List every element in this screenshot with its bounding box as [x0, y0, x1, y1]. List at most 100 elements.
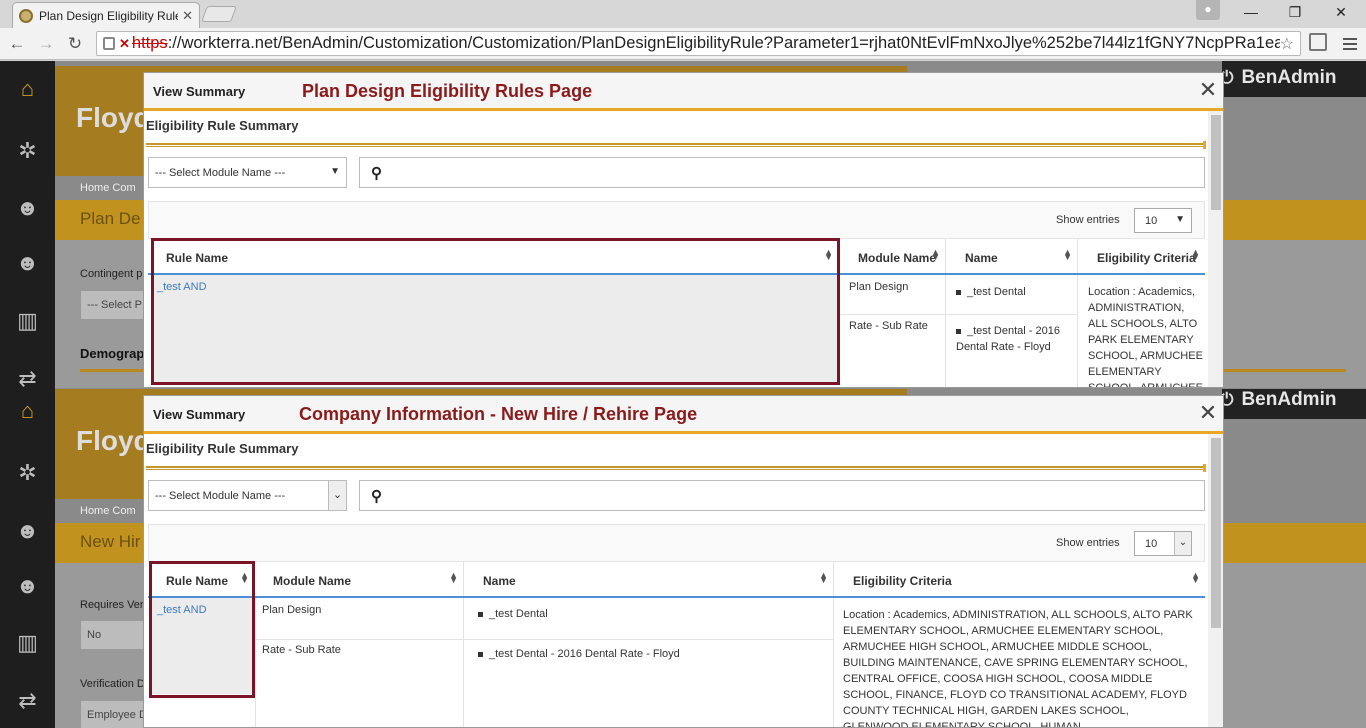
browser-tab-strip: Plan Design Eligibility Rule ✕ ● — ❐ ✕ [0, 0, 1366, 28]
insecure-icon: ✕ [119, 35, 130, 51]
entries-select[interactable]: 10 ⌄ [1134, 531, 1192, 556]
bullet-icon [478, 651, 483, 657]
bullet-icon [956, 328, 961, 334]
module-name-cell: Plan Design [262, 604, 322, 616]
module-name-cell: Rate - Sub Rate [849, 320, 928, 332]
sort-icon: ▲ ▼ [1191, 247, 1200, 262]
app-brand: ⏻ BenAdmin [1220, 67, 1337, 88]
favicon-icon [19, 8, 33, 23]
sort-icon: ▲ ▼ [819, 570, 828, 585]
annotation-label: Company Information - New Hire / Rehire … [299, 404, 698, 424]
column-header-eligibility-criteria[interactable]: Eligibility Criteria ▲ ▼ [1078, 239, 1205, 273]
entries-select[interactable]: 10 ▼ [1134, 208, 1192, 233]
column-header-module-name[interactable]: Module Name ▲ ▼ [255, 562, 464, 596]
home-icon[interactable]: ⌂ [0, 69, 55, 109]
profile-icon[interactable]: ● [1196, 0, 1220, 20]
new-tab-button[interactable] [201, 6, 237, 22]
user-star-icon[interactable]: ☻ [0, 511, 55, 551]
user-icon[interactable]: ☻ [0, 243, 55, 283]
modal-header: View Summary Plan Design Eligibility Rul… [144, 73, 1223, 111]
table-header: Rule Name ▲ ▼ Module Name ▲ ▼ Name ▲ ▼ Eligibi… [148, 562, 1205, 598]
chevron-down-icon: ▼ [330, 166, 340, 177]
user-star-icon[interactable]: ☻ [0, 188, 55, 228]
highlight-box [151, 238, 840, 385]
table-toolbar: Show entries 10 ⌄ [148, 524, 1205, 562]
bar-chart-icon[interactable]: ▥ [0, 623, 55, 663]
criteria-cell: Location : Academics, ADMINISTRATION, AL… [843, 609, 1193, 728]
bg-logo: Floyd [76, 102, 151, 133]
show-entries-label: Show entries [1056, 537, 1120, 549]
puzzle-icon[interactable]: ✲ [0, 131, 55, 171]
module-select[interactable]: --- Select Module Name --- ▼ [148, 157, 347, 188]
view-summary-modal: View Summary Company Information - New H… [143, 395, 1224, 728]
browser-menu-icon[interactable] [1338, 32, 1362, 56]
name-cell: _test Dental - 2016 Dental Rate - Floyd [956, 325, 1060, 353]
column-header-name[interactable]: Name ▲ ▼ [464, 562, 834, 596]
scrollbar[interactable] [1208, 434, 1223, 727]
column-header-module-name[interactable]: Module Name ▲ ▼ [839, 239, 946, 273]
bg-breadcrumb: Home Com [80, 182, 136, 194]
column-header-eligibility-criteria[interactable]: Eligibility Criteria ▲ ▼ [834, 562, 1205, 596]
search-input[interactable]: ⚲ [359, 480, 1205, 511]
bg-select: No [80, 620, 150, 650]
bullet-icon [956, 289, 961, 295]
close-icon[interactable]: ✕ [1197, 402, 1219, 424]
bookmark-star-icon[interactable]: ☆ [1280, 34, 1294, 54]
bg-label: Contingent p [80, 268, 143, 280]
show-entries-label: Show entries [1056, 214, 1120, 226]
module-name-cell: Plan Design [849, 281, 909, 293]
tab-close-icon[interactable]: ✕ [182, 8, 193, 24]
arrows-icon[interactable]: ⇄ [0, 681, 55, 721]
divider [146, 464, 1206, 472]
module-select[interactable]: --- Select Module Name --- ⌄ [148, 480, 347, 511]
column-header-name[interactable]: Name ▲ ▼ [946, 239, 1078, 273]
bg-section-title: Demograp [80, 346, 145, 361]
bg-label: Verification D [80, 678, 145, 690]
forward-icon[interactable]: → [35, 33, 57, 55]
search-icon: ⚲ [371, 165, 382, 182]
bar-chart-icon[interactable]: ▥ [0, 301, 55, 341]
back-icon[interactable]: ← [6, 33, 28, 55]
summary-title: Eligibility Rule Summary [146, 441, 299, 456]
lock-icon [103, 37, 115, 50]
scrollbar-thumb[interactable] [1211, 438, 1221, 628]
summary-title: Eligibility Rule Summary [146, 118, 299, 133]
bg-input: Employee D [80, 700, 150, 728]
sort-icon: ▲ ▼ [1063, 247, 1072, 262]
sort-icon: ▲ ▼ [1191, 570, 1200, 585]
address-bar[interactable]: ✕ https://workterra.net/BenAdmin/Customi… [96, 31, 1301, 56]
restore-icon[interactable]: ❐ [1272, 0, 1318, 24]
name-cell: _test Dental [956, 284, 1071, 300]
module-name-cell: Rate - Sub Rate [262, 644, 341, 656]
reload-icon[interactable]: ↻ [64, 33, 86, 55]
close-icon[interactable]: ✕ [1197, 79, 1219, 101]
bg-label: Requires Veri [80, 599, 147, 611]
browser-tab[interactable]: Plan Design Eligibility Rule ✕ [12, 2, 200, 28]
table-body: _test AND Plan Design Rate - Sub Rate _t… [148, 598, 1205, 728]
scrollbar[interactable] [1208, 111, 1223, 387]
annotation-label: Plan Design Eligibility Rules Page [302, 81, 593, 101]
search-input[interactable]: ⚲ [359, 157, 1205, 188]
modal-title: View Summary [153, 84, 246, 99]
bg-logo: Floyd [76, 425, 151, 456]
bullet-icon [478, 611, 483, 617]
bg-breadcrumb: Home Com [80, 505, 136, 517]
minimize-icon[interactable]: — [1228, 0, 1274, 24]
tab-title: Plan Design Eligibility Rule [39, 8, 179, 23]
bg-select: --- Select P [80, 290, 150, 320]
sort-icon: ▲ ▼ [931, 247, 940, 262]
window-close-icon[interactable]: ✕ [1318, 0, 1364, 24]
modal-title: View Summary [153, 407, 246, 422]
name-cell: _test Dental - 2016 Dental Rate - Floyd [478, 646, 680, 662]
chevron-down-icon: ▼ [1175, 214, 1185, 225]
table-toolbar: Show entries 10 ▼ [148, 201, 1205, 239]
user-icon[interactable]: ☻ [0, 566, 55, 606]
extension-icon[interactable] [1309, 33, 1327, 51]
chevron-down-icon: ⌄ [328, 481, 346, 510]
home-icon[interactable]: ⌂ [0, 391, 55, 431]
sidebar: ⌂ ✲ ☻ ☻ ▥ ⇄ ⌂ ✲ ☻ ☻ ▥ ⇄ [0, 61, 55, 728]
scrollbar-thumb[interactable] [1211, 115, 1221, 210]
address-toolbar: ← → ↻ ✕ https://workterra.net/BenAdmin/C… [0, 28, 1366, 60]
screen: Plan Design Eligibility Rule ✕ ● — ❐ ✕ ←… [0, 0, 1366, 728]
puzzle-icon[interactable]: ✲ [0, 453, 55, 493]
